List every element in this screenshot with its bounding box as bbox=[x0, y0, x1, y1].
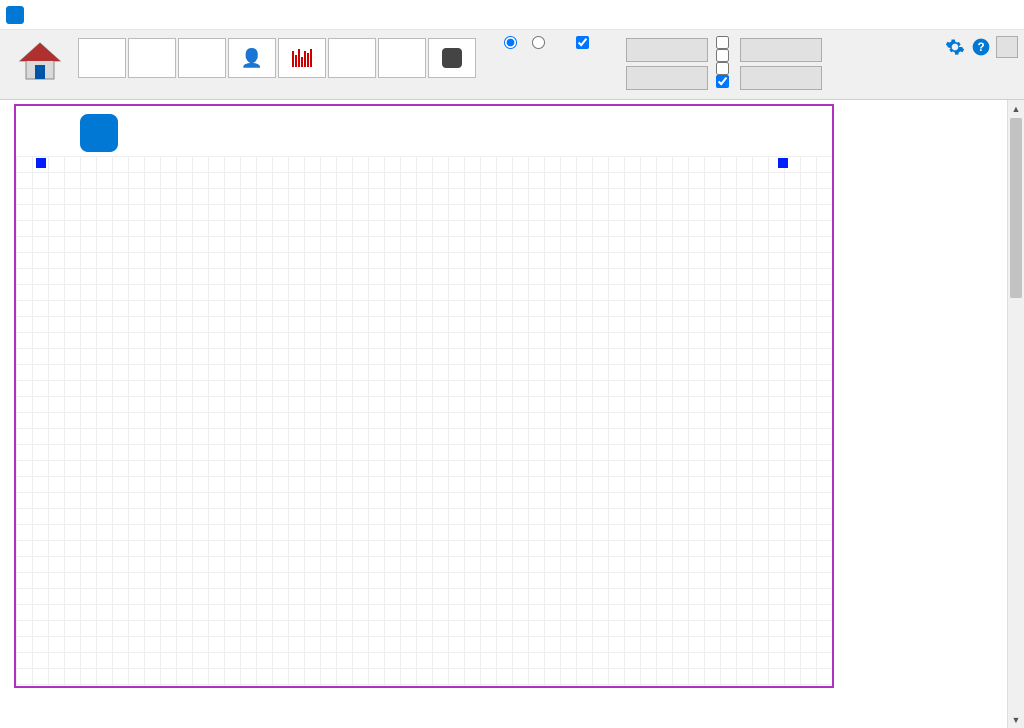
addmen-logo bbox=[80, 114, 118, 152]
numeric-tool[interactable] bbox=[128, 38, 176, 78]
block-mode-radio[interactable] bbox=[504, 36, 520, 49]
help-icon: ? bbox=[971, 37, 991, 57]
sheet[interactable] bbox=[14, 104, 834, 688]
image-icon bbox=[442, 48, 462, 68]
export-button[interactable] bbox=[740, 66, 822, 90]
redefine-button[interactable] bbox=[626, 66, 708, 90]
close-button[interactable] bbox=[974, 1, 1018, 29]
bubble-layer bbox=[16, 156, 836, 696]
gear-icon bbox=[945, 37, 965, 57]
image-tool[interactable] bbox=[428, 38, 476, 78]
toolbar: 👤 bbox=[0, 30, 1024, 100]
svg-text:?: ? bbox=[977, 41, 984, 54]
bubble-grid-area[interactable] bbox=[16, 156, 832, 686]
question-mode-radio[interactable] bbox=[532, 36, 548, 49]
titlebar bbox=[0, 0, 1024, 30]
mdi-close-button[interactable] bbox=[996, 36, 1018, 58]
help-button[interactable]: ? bbox=[970, 36, 992, 58]
litho-tool[interactable] bbox=[328, 38, 376, 78]
question-no-checkbox[interactable] bbox=[716, 75, 732, 88]
home-icon bbox=[16, 39, 64, 87]
scroll-thumb[interactable] bbox=[1010, 118, 1022, 298]
maximize-button[interactable] bbox=[930, 1, 974, 29]
two-color-checkbox[interactable] bbox=[716, 36, 732, 49]
person-icon: 👤 bbox=[241, 48, 263, 69]
scroll-down-arrow[interactable]: ▼ bbox=[1008, 711, 1024, 728]
timeline-checkbox[interactable] bbox=[716, 62, 732, 75]
scroll-up-arrow[interactable]: ▲ bbox=[1008, 100, 1024, 117]
revert-button[interactable] bbox=[626, 38, 708, 62]
app-icon bbox=[6, 6, 24, 24]
matrix-tool[interactable] bbox=[178, 38, 226, 78]
settings-button[interactable] bbox=[944, 36, 966, 58]
photo-tool[interactable]: 👤 bbox=[228, 38, 276, 78]
minimize-button[interactable] bbox=[886, 1, 930, 29]
sheet-info bbox=[600, 32, 622, 36]
design-canvas[interactable] bbox=[0, 100, 1007, 728]
label-tool[interactable] bbox=[378, 38, 426, 78]
work-area: ▲ ▼ bbox=[0, 100, 1024, 728]
barcode-icon bbox=[292, 49, 312, 67]
vertical-scrollbar[interactable]: ▲ ▼ bbox=[1007, 100, 1024, 728]
home-button[interactable] bbox=[4, 32, 76, 94]
snap-to-grid-checkbox[interactable] bbox=[560, 36, 592, 49]
text-label-checkbox[interactable] bbox=[716, 49, 732, 62]
barcode-tool[interactable] bbox=[278, 38, 326, 78]
mcq-tool[interactable] bbox=[78, 38, 126, 78]
save-button[interactable] bbox=[740, 38, 822, 62]
